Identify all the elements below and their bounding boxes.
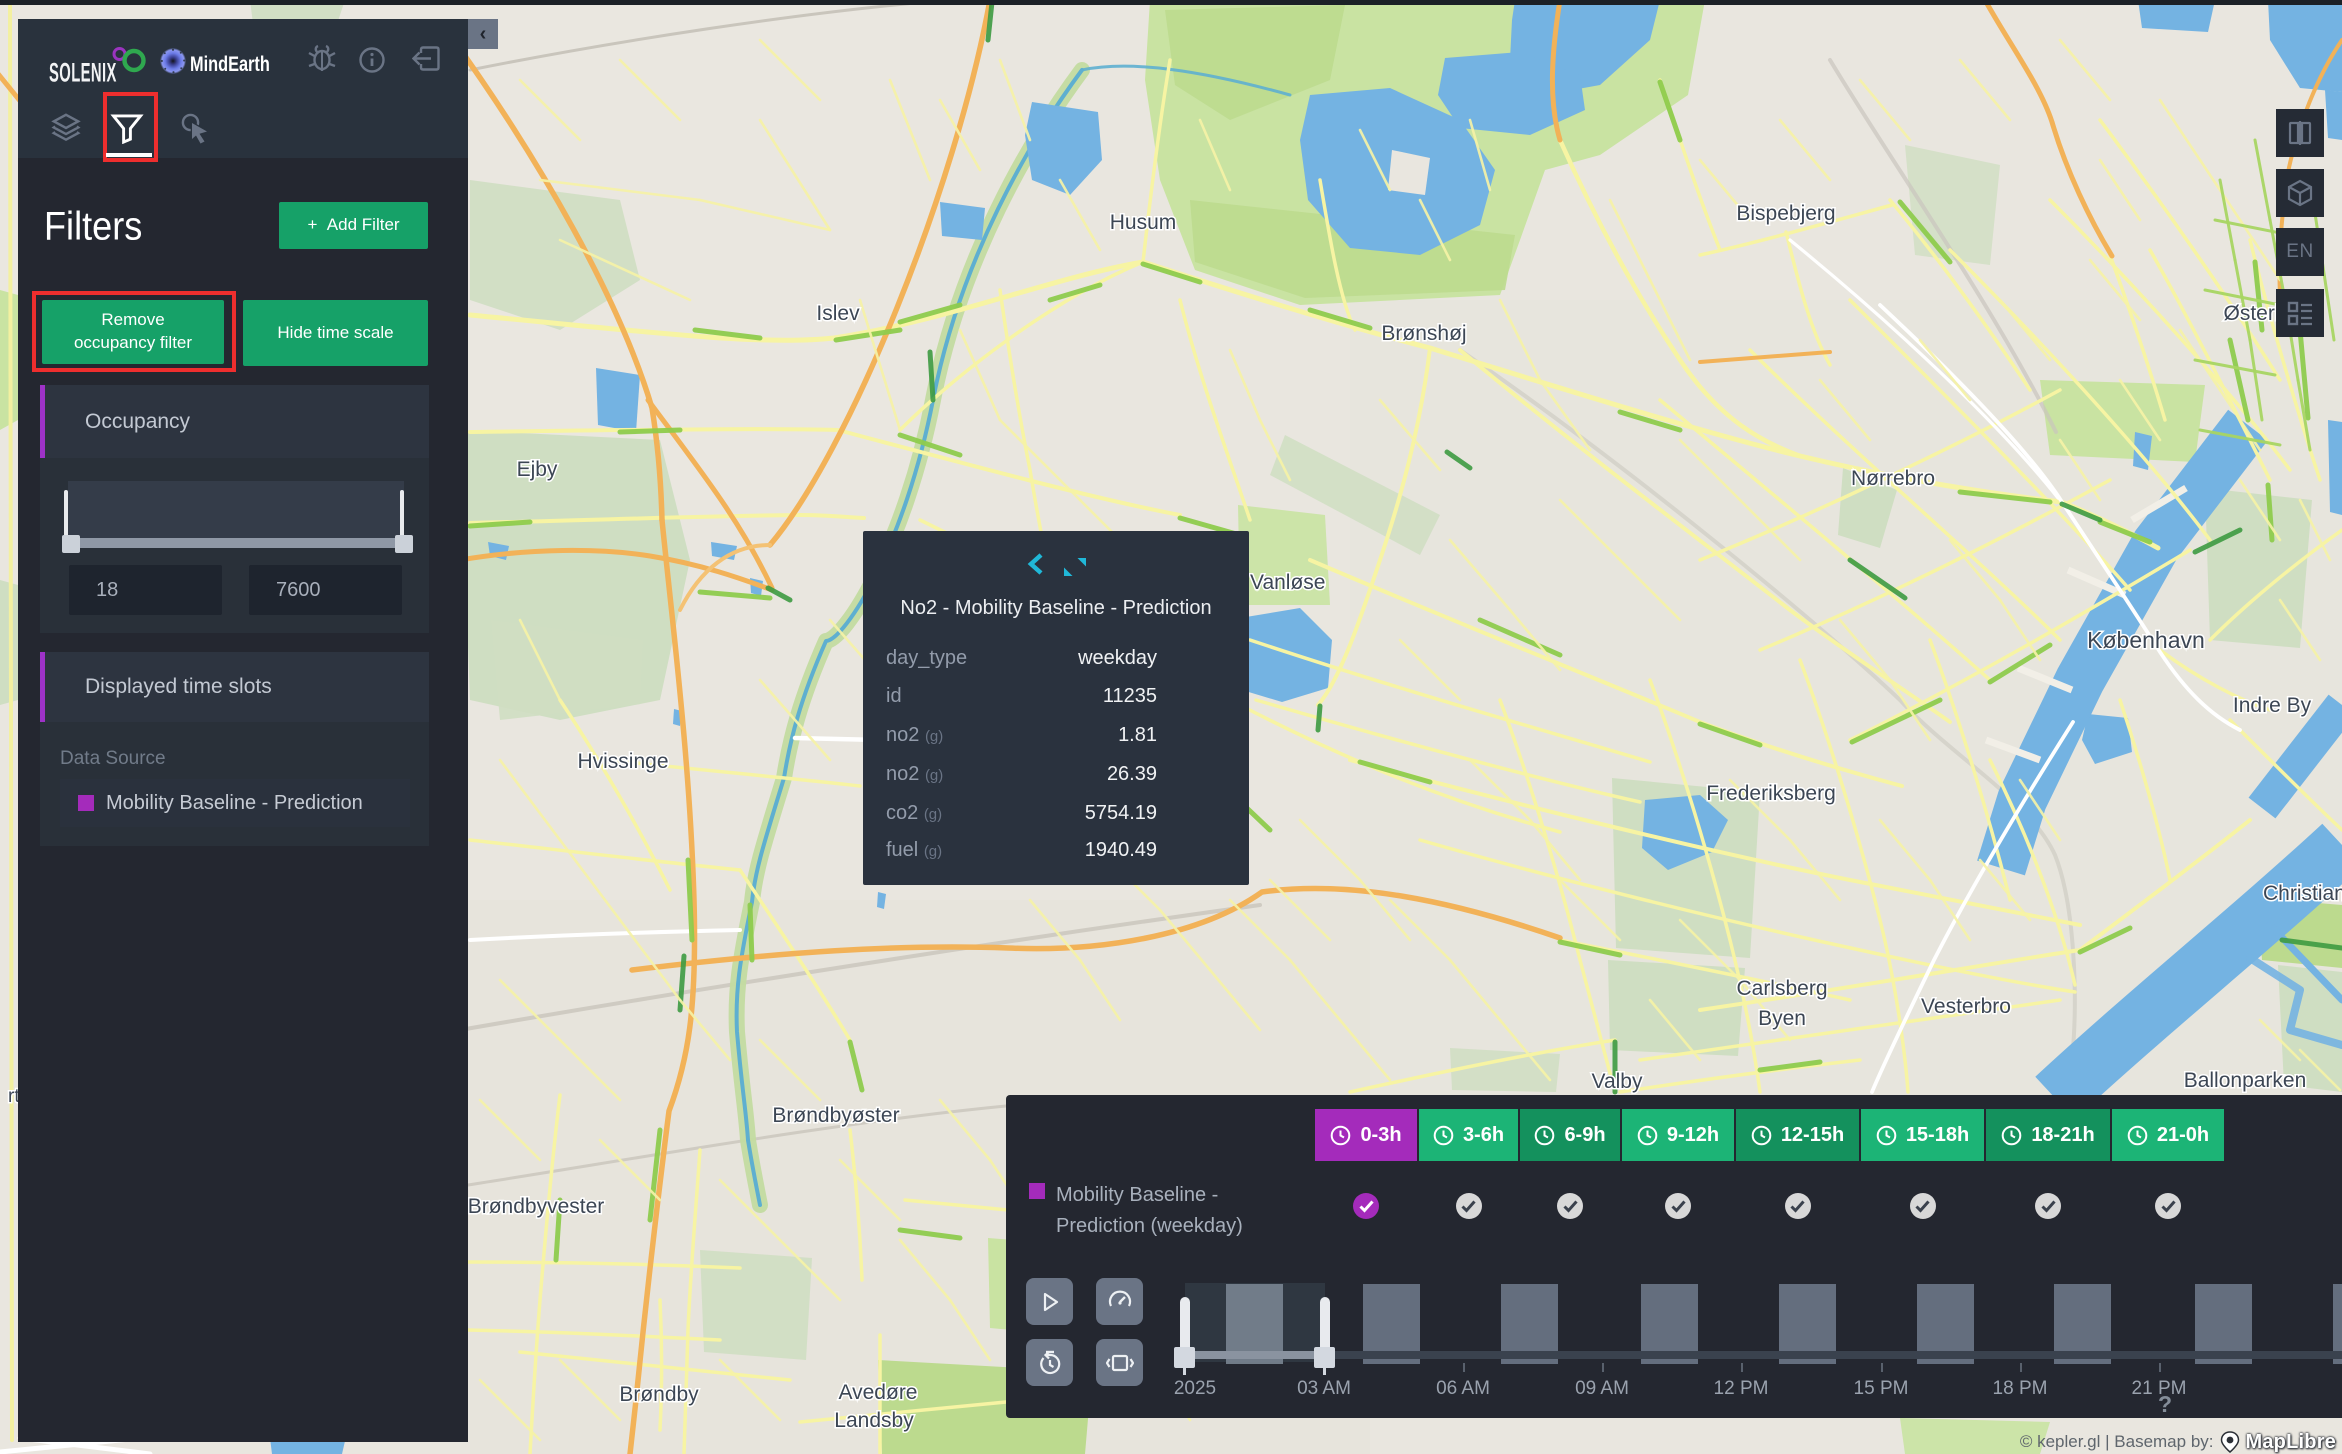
svg-text:Nørrebro: Nørrebro	[1851, 467, 1935, 490]
svg-text:Christian: Christian	[2263, 882, 2342, 905]
svg-text:Ballonparken: Ballonparken	[2184, 1069, 2307, 1092]
svg-text:Brøndbyøster: Brøndbyøster	[772, 1104, 899, 1127]
svg-text:Hvissinge: Hvissinge	[577, 750, 668, 773]
svg-text:Avedøre: Avedøre	[839, 1381, 918, 1404]
svg-text:Landsby: Landsby	[834, 1409, 914, 1432]
svg-text:Vanløse: Vanløse	[1250, 571, 1325, 594]
svg-text:Brønshøj: Brønshøj	[1381, 322, 1466, 345]
svg-text:København: København	[2087, 627, 2205, 653]
svg-text:Husum: Husum	[1110, 211, 1177, 234]
svg-text:Byen: Byen	[1758, 1007, 1806, 1030]
svg-text:Ejby: Ejby	[517, 458, 558, 481]
svg-text:Valby: Valby	[1592, 1070, 1643, 1093]
svg-text:Brøndbyvester: Brøndbyvester	[468, 1195, 605, 1218]
svg-text:Carlsberg: Carlsberg	[1736, 977, 1827, 1000]
svg-text:Frederiksberg: Frederiksberg	[1706, 782, 1836, 805]
svg-text:Indre By: Indre By	[2233, 694, 2312, 717]
svg-text:Islev: Islev	[816, 302, 860, 325]
svg-text:Vesterbro: Vesterbro	[1921, 995, 2011, 1018]
svg-text:Bispebjerg: Bispebjerg	[1736, 202, 1835, 225]
svg-text:Brøndby: Brøndby	[619, 1383, 699, 1406]
